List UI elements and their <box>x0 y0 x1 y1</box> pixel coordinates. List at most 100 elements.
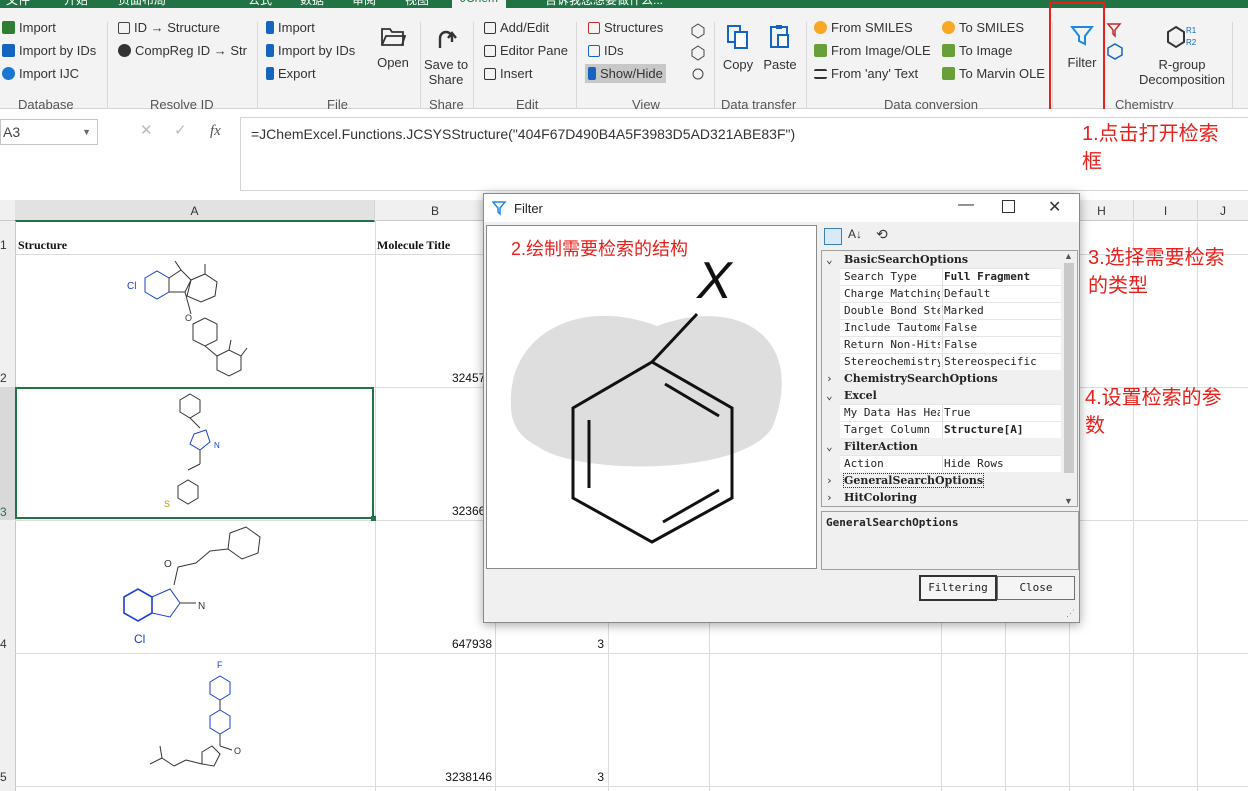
property-row[interactable]: Return Non-Hits False <box>822 336 1062 354</box>
insert-button[interactable]: Insert <box>484 66 533 81</box>
header-molecule-title[interactable]: Molecule Title <box>377 238 450 253</box>
property-row[interactable]: Stereochemistry Stereospecific <box>822 353 1062 371</box>
close-icon[interactable]: ✕ <box>1048 197 1061 217</box>
tab-page-layout[interactable]: 页面布局 <box>118 0 166 8</box>
scroll-thumb[interactable] <box>1064 263 1074 473</box>
expand-icon[interactable]: ⌄ <box>826 389 833 402</box>
property-category[interactable]: › GeneralSearchOptions <box>822 472 1062 490</box>
resize-grip-icon[interactable]: ⋰ <box>1066 608 1075 619</box>
compreg-id-button[interactable]: CompReg ID → Str <box>118 43 247 58</box>
close-button[interactable]: Close <box>997 576 1075 600</box>
property-row[interactable]: Target Column Structure[A] <box>822 421 1062 439</box>
cancel-icon[interactable]: ✕ <box>140 119 153 143</box>
property-category[interactable]: › ChemistrySearchOptions <box>822 370 1062 388</box>
property-row[interactable]: Double Bond Ster Marked <box>822 302 1062 320</box>
collapse-icon[interactable]: › <box>826 372 833 385</box>
row-header-5[interactable]: 5 <box>0 770 15 784</box>
tab-view[interactable]: 视图 <box>405 0 429 8</box>
editor-pane-button[interactable]: Editor Pane <box>484 43 568 58</box>
property-row[interactable]: Search Type Full Fragment <box>822 268 1062 286</box>
property-row[interactable]: My Data Has Head True <box>822 404 1062 422</box>
property-value[interactable]: Marked <box>944 304 984 317</box>
chevron-down-icon[interactable]: ▼ <box>82 120 91 144</box>
structure-editor-canvas[interactable]: X <box>486 225 817 569</box>
to-smiles-button[interactable]: To SMILES <box>942 20 1024 35</box>
property-row[interactable]: Action Hide Rows <box>822 455 1062 473</box>
save-to-share-button[interactable]: Save to Share <box>424 24 468 87</box>
cell-b4[interactable]: 647938 <box>430 637 492 651</box>
insert-function-icon[interactable]: fx <box>210 119 221 143</box>
file-export-button[interactable]: Export <box>266 66 316 81</box>
enter-icon[interactable]: ✓ <box>174 119 187 143</box>
property-value[interactable]: Full Fragment <box>944 270 1030 283</box>
paste-button[interactable]: Paste <box>762 24 798 72</box>
tab-review[interactable]: 审阅 <box>352 0 376 8</box>
to-marvin-ole-button[interactable]: To Marvin OLE <box>942 66 1045 81</box>
expand-icon[interactable]: ⌄ <box>826 440 833 453</box>
row-header-4[interactable]: 4 <box>0 637 15 651</box>
tab-data[interactable]: 数据 <box>300 0 324 8</box>
file-import-button[interactable]: Import <box>266 20 315 35</box>
collapse-icon[interactable]: › <box>826 491 833 504</box>
column-header-i[interactable]: I <box>1134 200 1198 221</box>
filtering-button[interactable]: Filtering <box>919 575 997 601</box>
show-hide-button[interactable]: Show/Hide <box>585 64 666 83</box>
property-grid[interactable]: ⌄ BasicSearchOptions Search Type Full Fragm… <box>821 250 1063 507</box>
column-header-j[interactable]: J <box>1198 200 1248 221</box>
from-any-text-button[interactable]: From 'any' Text <box>814 66 918 81</box>
maximize-icon[interactable] <box>1002 200 1015 213</box>
db-import-by-ids-button[interactable]: Import by IDs <box>2 43 96 58</box>
view-structures-button[interactable]: Structures <box>588 20 663 35</box>
cell-c4[interactable]: 3 <box>560 637 604 651</box>
view-ids-button[interactable]: IDs <box>588 43 624 58</box>
property-value[interactable]: Structure[A] <box>944 423 1023 436</box>
column-header-b[interactable]: B <box>375 200 496 221</box>
add-edit-button[interactable]: Add/Edit <box>484 20 549 35</box>
file-import-by-ids-button[interactable]: Import by IDs <box>266 43 355 58</box>
from-image-ole-button[interactable]: From Image/OLE <box>814 43 931 58</box>
row-header-1[interactable]: 1 <box>0 238 15 252</box>
property-category[interactable]: ⌄ BasicSearchOptions <box>822 251 1062 269</box>
tell-me-search[interactable]: 告诉我您想要做什么... <box>545 0 663 8</box>
copy-button[interactable]: Copy <box>720 24 756 72</box>
row-header-2[interactable]: 2 <box>0 371 15 385</box>
property-value[interactable]: False <box>944 321 977 334</box>
expand-icon[interactable]: ⌄ <box>826 253 833 266</box>
property-value[interactable]: True <box>944 406 971 419</box>
property-value[interactable]: False <box>944 338 977 351</box>
rgroup-decomposition-button[interactable]: R1 R2 R-group Decomposition <box>1134 24 1230 87</box>
tab-jchem[interactable]: JChem <box>452 0 507 8</box>
tab-home[interactable]: 开始 <box>64 0 88 8</box>
collapse-icon[interactable]: › <box>826 474 833 487</box>
property-value[interactable]: Default <box>944 287 990 300</box>
minimize-icon[interactable]: — <box>958 196 974 214</box>
id-to-structure-button[interactable]: ID → Structure <box>118 20 220 35</box>
property-row[interactable]: Include Tautomer False <box>822 319 1062 337</box>
property-category[interactable]: ⌄ FilterAction <box>822 438 1062 456</box>
row-header-3[interactable]: 3 <box>0 505 15 519</box>
property-category[interactable]: ⌄ Excel <box>822 387 1062 405</box>
select-all-corner[interactable] <box>0 200 16 221</box>
db-import-button[interactable]: Import <box>2 20 56 35</box>
tab-file[interactable]: 文件 <box>6 0 30 8</box>
sort-alpha-icon[interactable]: A↓ <box>848 227 862 241</box>
scroll-up-icon[interactable]: ▲ <box>1064 251 1073 261</box>
tab-formulas[interactable]: 公式 <box>248 0 272 8</box>
to-image-button[interactable]: To Image <box>942 43 1012 58</box>
column-header-a[interactable]: A <box>15 200 375 222</box>
categorized-icon[interactable] <box>824 228 842 245</box>
open-button[interactable]: Open <box>374 24 412 70</box>
property-value[interactable]: Hide Rows <box>944 457 1004 470</box>
scroll-down-icon[interactable]: ▼ <box>1064 496 1073 506</box>
property-category[interactable]: › HitColoring <box>822 489 1062 506</box>
db-import-ijc-button[interactable]: Import IJC <box>2 66 79 81</box>
property-row[interactable]: Charge Matching Default <box>822 285 1062 303</box>
property-value[interactable]: Stereospecific <box>944 355 1037 368</box>
name-box[interactable]: A3 ▼ <box>0 119 98 145</box>
cell-c5[interactable]: 3 <box>560 770 604 784</box>
fill-handle[interactable] <box>371 516 376 521</box>
cell-b5[interactable]: 3238146 <box>430 770 492 784</box>
property-scrollbar[interactable]: ▲ ▼ <box>1061 250 1078 507</box>
header-structure[interactable]: Structure <box>18 238 67 253</box>
property-pages-icon[interactable]: ⟲ <box>876 226 888 243</box>
